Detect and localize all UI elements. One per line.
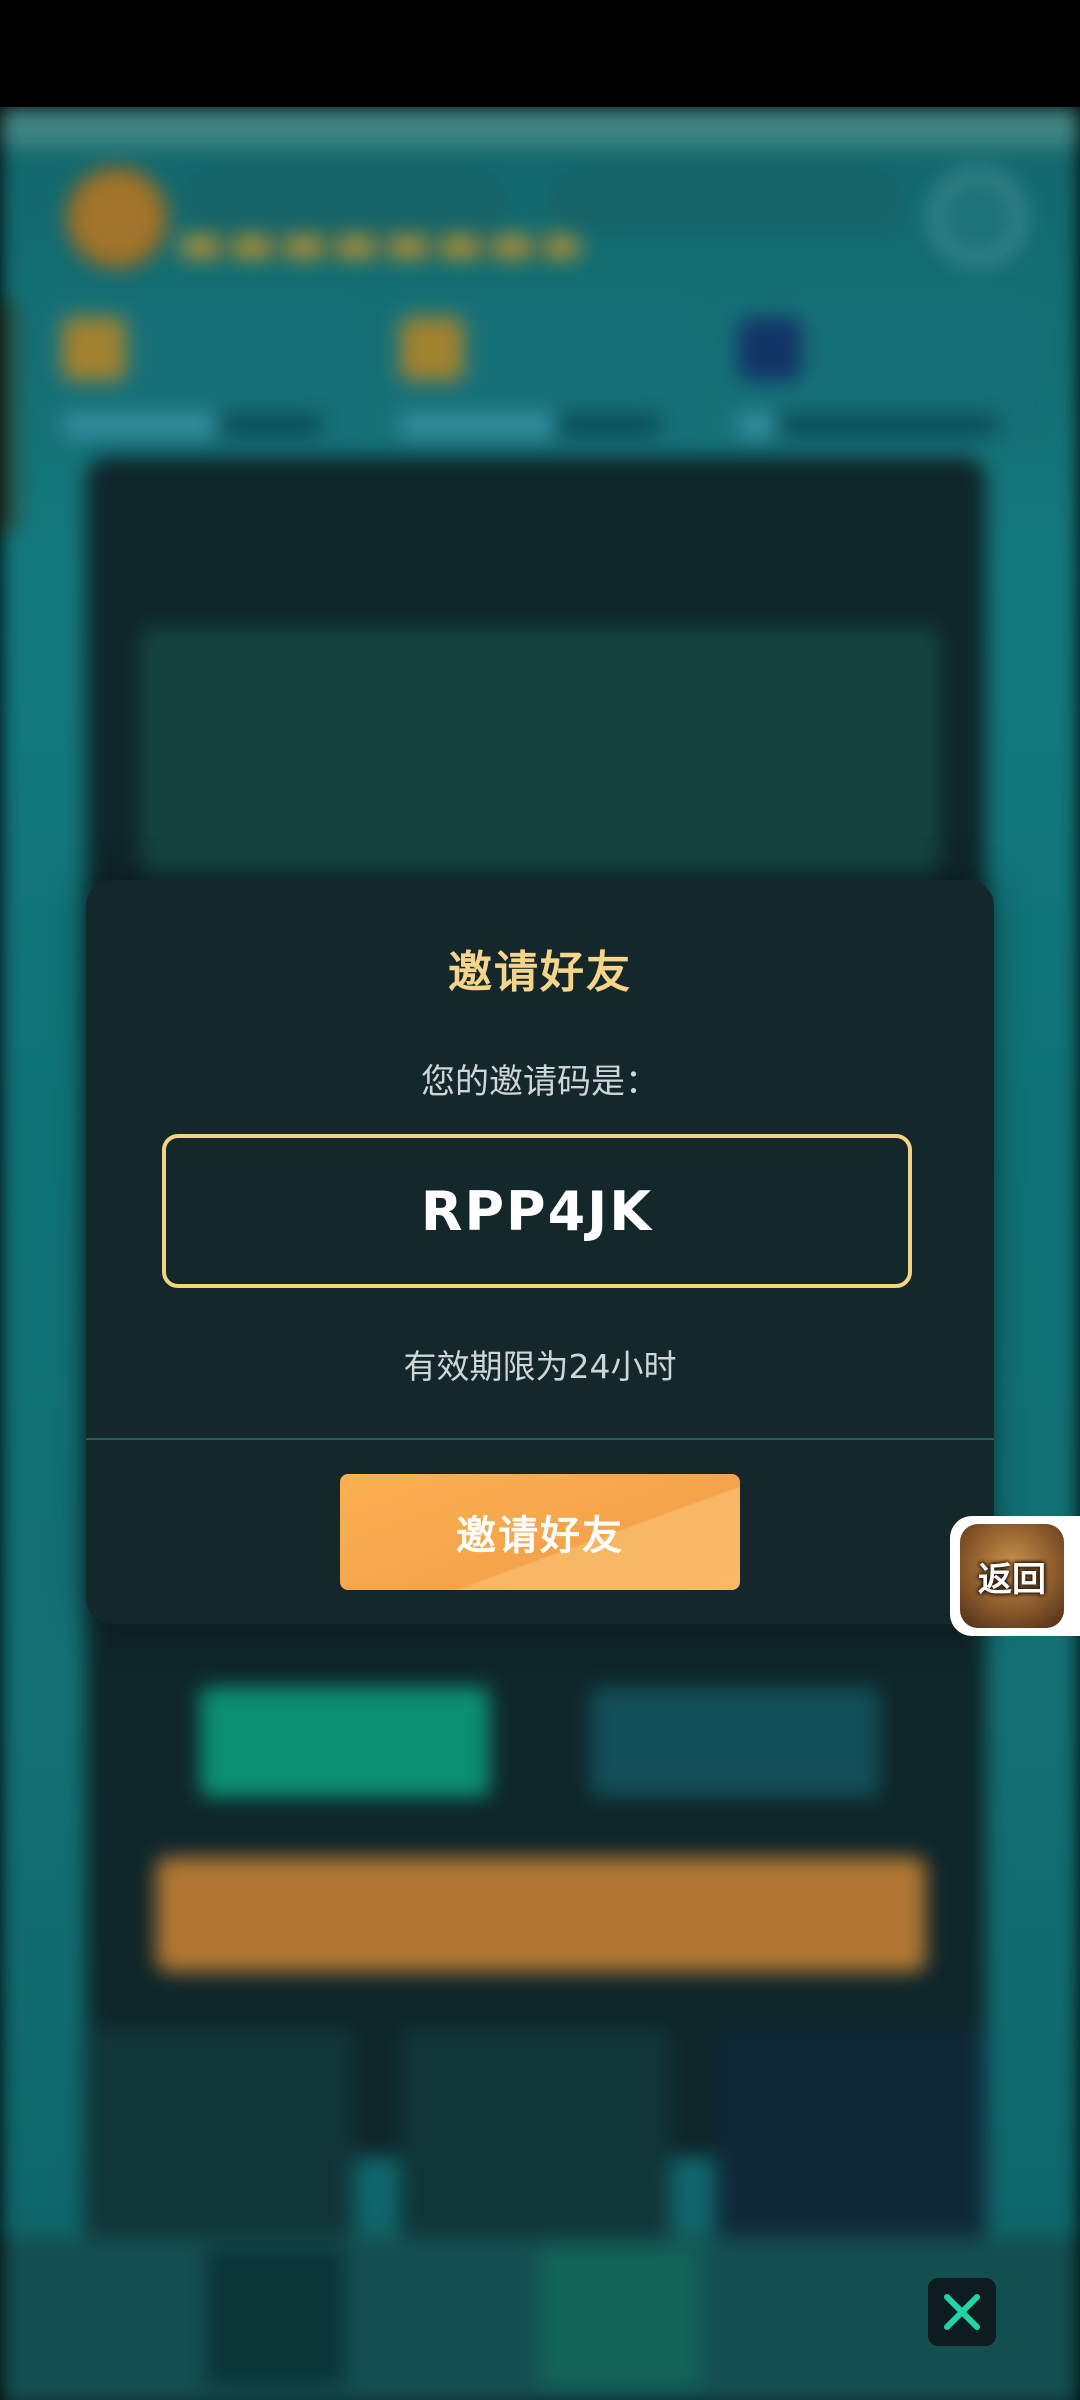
invite-code: RPP4JK [420, 1179, 654, 1243]
status-bar [0, 0, 1080, 107]
invite-code-label: 您的邀请码是： [421, 1062, 659, 1102]
app-screen: 邀请好友 您的邀请码是： RPP4JK 有效期限为24小时 邀请好友 返回 [0, 0, 1080, 2400]
close-button[interactable] [928, 2278, 996, 2346]
close-icon [944, 2294, 980, 2330]
invite-dialog: 邀请好友 您的邀请码是： RPP4JK 有效期限为24小时 邀请好友 [86, 880, 994, 1624]
divider [86, 1438, 994, 1440]
return-icon: 返回 [960, 1524, 1064, 1628]
dialog-title: 邀请好友 [448, 947, 632, 998]
validity-text: 有效期限为24小时 [403, 1347, 677, 1386]
return-label: 返回 [978, 1559, 1046, 1600]
invite-code-box[interactable]: RPP4JK [162, 1134, 912, 1288]
invite-friends-button[interactable]: 邀请好友 [340, 1474, 740, 1590]
return-button[interactable]: 返回 [950, 1516, 1080, 1636]
